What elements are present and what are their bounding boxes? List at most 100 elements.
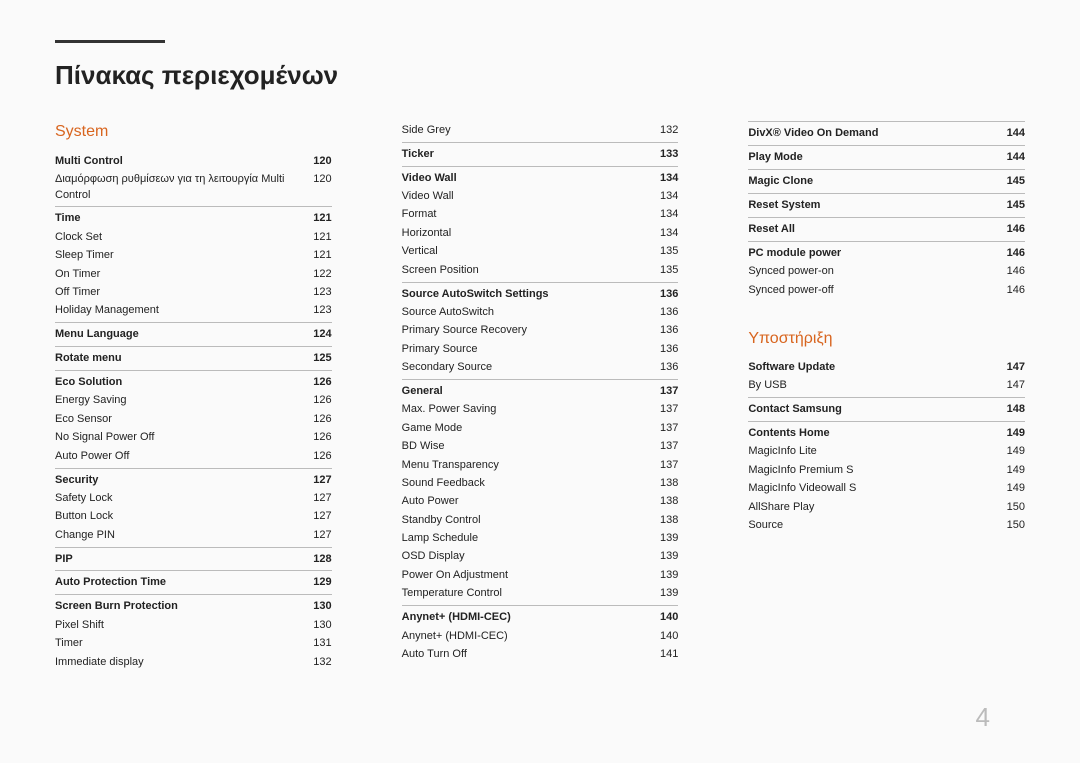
toc-page: 134 <box>648 207 678 222</box>
toc-group-header[interactable]: Screen Burn Protection130 <box>55 594 332 616</box>
toc-subitem[interactable]: Primary Source136 <box>402 340 679 358</box>
toc-subitem[interactable]: AllShare Play150 <box>748 498 1025 516</box>
toc-label: Eco Sensor <box>55 412 302 427</box>
toc-page: 135 <box>648 244 678 259</box>
toc-subitem[interactable]: Pixel Shift130 <box>55 616 332 634</box>
toc-subitem[interactable]: Primary Source Recovery136 <box>402 322 679 340</box>
toc-label: Side Grey <box>402 123 649 138</box>
title-rule <box>55 40 165 43</box>
toc-label: Immediate display <box>55 655 302 670</box>
toc-label: Contact Samsung <box>748 402 995 417</box>
toc-subitem[interactable]: Video Wall134 <box>402 188 679 206</box>
toc-label: Contents Home <box>748 426 995 441</box>
toc-subitem[interactable]: OSD Display139 <box>402 548 679 566</box>
toc-subitem[interactable]: Change PIN127 <box>55 526 332 544</box>
toc-page: 145 <box>995 198 1025 213</box>
toc-group-header[interactable]: Video Wall134 <box>402 166 679 188</box>
toc-subitem[interactable]: Auto Power138 <box>402 493 679 511</box>
toc-subitem[interactable]: On Timer122 <box>55 265 332 283</box>
toc-group-header[interactable]: Auto Protection Time129 <box>55 570 332 592</box>
toc-subitem[interactable]: Standby Control138 <box>402 511 679 529</box>
toc-label: On Timer <box>55 267 302 282</box>
toc-subitem[interactable]: Synced power-off146 <box>748 281 1025 299</box>
toc-label: Rotate menu <box>55 351 302 366</box>
toc-group-header[interactable]: Play Mode144 <box>748 145 1025 167</box>
toc-page: 139 <box>648 586 678 601</box>
toc-label: Lamp Schedule <box>402 531 649 546</box>
toc-label: General <box>402 384 649 399</box>
toc-page: 134 <box>648 171 678 186</box>
toc-group-header[interactable]: Anynet+ (HDMI-CEC)140 <box>402 605 679 627</box>
toc-label: Menu Language <box>55 327 302 342</box>
toc-page: 134 <box>648 189 678 204</box>
toc-label: Time <box>55 211 302 226</box>
toc-subitem[interactable]: MagicInfo Premium S149 <box>748 461 1025 479</box>
toc-subitem[interactable]: Sound Feedback138 <box>402 474 679 492</box>
toc-page: 127 <box>302 509 332 524</box>
toc-subitem[interactable]: Holiday Management123 <box>55 302 332 320</box>
toc-subitem[interactable]: Menu Transparency137 <box>402 456 679 474</box>
toc-page: 150 <box>995 518 1025 533</box>
toc-group-header[interactable]: Eco Solution126 <box>55 370 332 392</box>
toc-subitem[interactable]: Temperature Control139 <box>402 585 679 603</box>
toc-subitem[interactable]: BD Wise137 <box>402 438 679 456</box>
toc-subitem[interactable]: Clock Set121 <box>55 228 332 246</box>
toc-subitem[interactable]: Sleep Timer121 <box>55 247 332 265</box>
toc-subitem[interactable]: Lamp Schedule139 <box>402 530 679 548</box>
toc-page: 129 <box>302 575 332 590</box>
toc-subitem[interactable]: Off Timer123 <box>55 284 332 302</box>
toc-label: MagicInfo Videowall S <box>748 481 995 496</box>
toc-page: 138 <box>648 476 678 491</box>
toc-group-header[interactable]: Menu Language124 <box>55 322 332 344</box>
toc-subitem[interactable]: Side Grey132 <box>402 121 679 139</box>
toc-group-header[interactable]: Magic Clone145 <box>748 169 1025 191</box>
toc-subitem[interactable]: Vertical135 <box>402 243 679 261</box>
toc-page: 136 <box>648 287 678 302</box>
toc-subitem[interactable]: Game Mode137 <box>402 419 679 437</box>
toc-group-header[interactable]: DivX® Video On Demand144 <box>748 121 1025 143</box>
toc-subitem[interactable]: Synced power-on146 <box>748 263 1025 281</box>
toc-subitem[interactable]: Format134 <box>402 206 679 224</box>
toc-label: Max. Power Saving <box>402 402 649 417</box>
toc-group-header[interactable]: Reset All146 <box>748 217 1025 239</box>
toc-group-header[interactable]: Source AutoSwitch Settings136 <box>402 282 679 304</box>
toc-subitem[interactable]: Timer131 <box>55 635 332 653</box>
toc-subitem[interactable]: Power On Adjustment139 <box>402 566 679 584</box>
toc-label: Button Lock <box>55 509 302 524</box>
toc-label: Vertical <box>402 244 649 259</box>
toc-subitem[interactable]: Source150 <box>748 517 1025 535</box>
toc-group-header[interactable]: Contents Home149 <box>748 421 1025 443</box>
toc-subitem[interactable]: Anynet+ (HDMI-CEC)140 <box>402 627 679 645</box>
toc-group-header[interactable]: General137 <box>402 379 679 401</box>
toc-subitem[interactable]: Auto Turn Off141 <box>402 645 679 663</box>
toc-subitem[interactable]: Screen Position135 <box>402 261 679 279</box>
toc-subitem[interactable]: Button Lock127 <box>55 508 332 526</box>
toc-group-header[interactable]: Security127 <box>55 468 332 490</box>
toc-subitem[interactable]: MagicInfo Lite149 <box>748 443 1025 461</box>
toc-subitem[interactable]: Safety Lock127 <box>55 489 332 507</box>
toc-group-header[interactable]: PIP128 <box>55 547 332 569</box>
toc-group-header[interactable]: Rotate menu125 <box>55 346 332 368</box>
toc-page: 126 <box>302 375 332 390</box>
toc-subitem[interactable]: Secondary Source136 <box>402 359 679 377</box>
toc-subitem[interactable]: Horizontal134 <box>402 224 679 242</box>
toc-group-header[interactable]: PC module power146 <box>748 241 1025 263</box>
toc-subitem[interactable]: MagicInfo Videowall S149 <box>748 480 1025 498</box>
toc-group-header[interactable]: Multi Control120 <box>55 154 332 171</box>
toc-subitem[interactable]: Max. Power Saving137 <box>402 401 679 419</box>
toc-group-header[interactable]: Contact Samsung148 <box>748 397 1025 419</box>
toc-subitem[interactable]: Auto Power Off126 <box>55 447 332 465</box>
toc-page: 132 <box>302 655 332 670</box>
toc-subitem[interactable]: Immediate display132 <box>55 653 332 671</box>
toc-group-header[interactable]: Time121 <box>55 206 332 228</box>
toc-subitem[interactable]: Energy Saving126 <box>55 392 332 410</box>
toc-subitem[interactable]: By USB147 <box>748 377 1025 395</box>
toc-page: 137 <box>648 402 678 417</box>
toc-subitem[interactable]: Διαμόρφωση ρυθμίσεων για τη λειτουργία M… <box>55 171 332 205</box>
toc-group-header[interactable]: Ticker133 <box>402 142 679 164</box>
toc-subitem[interactable]: Eco Sensor126 <box>55 410 332 428</box>
toc-subitem[interactable]: No Signal Power Off126 <box>55 429 332 447</box>
toc-group-header[interactable]: Reset System145 <box>748 193 1025 215</box>
toc-group-header[interactable]: Software Update147 <box>748 360 1025 377</box>
toc-subitem[interactable]: Source AutoSwitch136 <box>402 303 679 321</box>
